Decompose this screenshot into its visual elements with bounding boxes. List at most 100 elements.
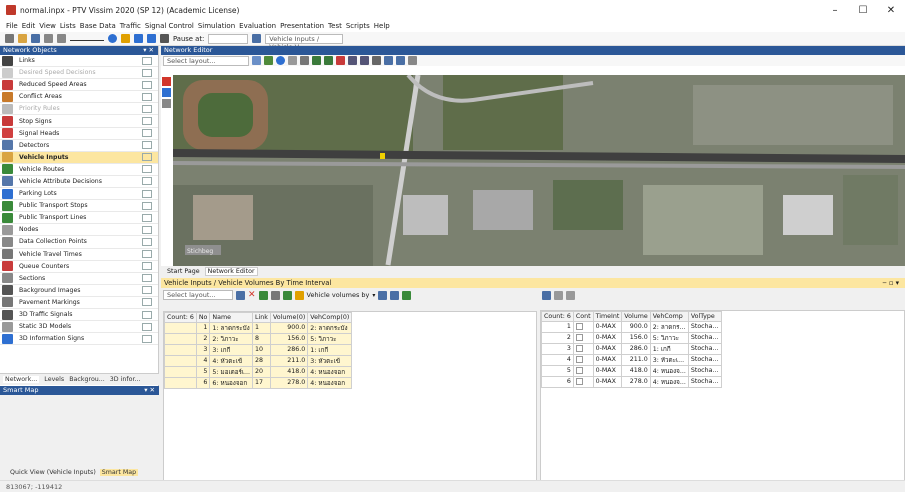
cell-timeint[interactable]: 0-MAX [592, 353, 623, 366]
cell-link[interactable]: 28 [252, 354, 271, 367]
visibility-toggle[interactable] [142, 92, 152, 101]
column-count[interactable]: Count: 6 [541, 311, 574, 322]
visibility-toggle[interactable] [142, 129, 152, 138]
smart-map-canvas[interactable] [0, 395, 159, 466]
cell-cont[interactable] [572, 342, 594, 355]
tab-levels[interactable]: Levels [44, 376, 64, 383]
copy-icon[interactable] [300, 56, 309, 65]
cell-cont[interactable] [572, 320, 594, 333]
cont-checkbox[interactable] [575, 323, 583, 331]
network-object-stop-signs[interactable]: Stop Signs [0, 115, 158, 128]
visibility-toggle[interactable] [142, 213, 152, 222]
visibility-toggle[interactable] [142, 141, 152, 150]
cell-volume[interactable]: 286.0 [621, 342, 651, 355]
column-count[interactable]: Count: 6 [164, 312, 197, 323]
tab-network-objects[interactable]: Network... [3, 376, 40, 383]
cell-vehcomp[interactable]: 5: วิภาวะ [649, 331, 689, 344]
speed-slider[interactable] [70, 37, 104, 41]
visibility-toggle[interactable] [142, 250, 152, 259]
table-row[interactable]: 1 1: ลาดกระบัง 1 900.0 2: ลาดกระบัง [164, 321, 353, 334]
cell-link[interactable]: 20 [252, 365, 271, 378]
column-timeint[interactable]: TimeInt [592, 311, 623, 322]
chart-icon[interactable] [402, 290, 412, 300]
add-icon[interactable] [258, 290, 268, 300]
visibility-toggle[interactable] [142, 104, 152, 113]
visibility-toggle[interactable] [142, 237, 152, 246]
visibility-toggle[interactable] [142, 189, 152, 198]
network-object-parking-lots[interactable]: Parking Lots [0, 188, 158, 201]
panel-controls-icon[interactable]: ▾ ✕ [143, 46, 158, 55]
cell-name[interactable]: 1: ลาดกระบัง [209, 321, 254, 334]
globe-icon[interactable] [276, 56, 285, 65]
cell-voltype[interactable]: Stocha... [687, 375, 722, 388]
menu-edit[interactable]: Edit [22, 22, 36, 30]
list-layout-select[interactable]: Select layout... [163, 290, 233, 300]
cell-voltype[interactable]: Stocha... [687, 342, 722, 355]
visibility-toggle[interactable] [142, 322, 152, 331]
column-link[interactable]: Link [252, 312, 271, 323]
edit-tool-icon[interactable] [252, 56, 261, 65]
menu-base-data[interactable]: Base Data [80, 22, 116, 30]
aerial-map-view[interactable]: Stichbeg [173, 75, 905, 266]
visibility-toggle[interactable] [142, 177, 152, 186]
cell-cont[interactable] [572, 364, 594, 377]
cell-vehcomp[interactable]: 4: หนองจ... [649, 375, 689, 388]
table-row[interactable]: 4 0-MAX 211.0 3: หัวตะเ... Stocha... [541, 353, 722, 366]
visibility-toggle[interactable] [142, 165, 152, 174]
maximize-icon[interactable]: ☐ [849, 5, 877, 16]
cell-timeint[interactable]: 0-MAX [592, 331, 623, 344]
cell-rownum[interactable] [164, 354, 197, 367]
pan-icon[interactable] [348, 56, 357, 65]
redo-icon[interactable] [57, 34, 66, 43]
menu-signal-control[interactable]: Signal Control [145, 22, 194, 30]
tools-icon[interactable] [162, 99, 171, 108]
table-row[interactable]: 5 5: มอเตอร์เ... 20 418.0 4: หนองจอก [164, 365, 353, 378]
visibility-toggle[interactable] [142, 201, 152, 210]
tab-network-editor[interactable]: Network Editor [204, 267, 258, 276]
cell-cont[interactable] [572, 375, 594, 388]
layout-select[interactable]: Select layout... [163, 55, 249, 66]
grid-icon[interactable] [264, 56, 273, 65]
cell-no[interactable]: 6 [195, 376, 211, 389]
table-row[interactable]: 6 0-MAX 278.0 4: หนองจ... Stocha... [541, 375, 722, 388]
network-object-data-collection-points[interactable]: Data Collection Points [0, 236, 158, 249]
zoom-extent-icon[interactable] [336, 56, 345, 65]
visibility-toggle[interactable] [142, 298, 152, 307]
menu-simulation[interactable]: Simulation [198, 22, 235, 30]
network-object-vehicle-inputs[interactable]: Vehicle Inputs [0, 151, 158, 164]
3d-view-icon[interactable] [384, 56, 393, 65]
filter-icon[interactable] [566, 290, 575, 300]
network-object-detectors[interactable]: Detectors [0, 140, 158, 152]
network-object-vehicle-travel-times[interactable]: Vehicle Travel Times [0, 249, 158, 261]
cell-volume[interactable]: 211.0 [269, 354, 309, 367]
column-vehcomp[interactable]: VehComp(0) [307, 312, 353, 323]
visibility-toggle[interactable] [142, 225, 152, 234]
list-window-controls-icon[interactable]: ‒ ▫ ▾ [882, 278, 905, 288]
save-icon[interactable] [31, 34, 40, 43]
network-object-pavement-markings[interactable]: Pavement Markings [0, 297, 158, 309]
visibility-toggle[interactable] [142, 80, 152, 89]
rotate-icon[interactable] [288, 56, 297, 65]
cell-rownum[interactable] [164, 321, 197, 334]
table-row[interactable]: 3 0-MAX 286.0 1: เกกี Stocha... [541, 342, 722, 355]
cell-link[interactable]: 10 [252, 343, 271, 356]
network-object-background-images[interactable]: Background Images [0, 285, 158, 297]
delete-icon[interactable]: ✕ [248, 290, 256, 300]
cell-volume[interactable]: 156.0 [269, 332, 309, 345]
menu-view[interactable]: View [39, 22, 56, 30]
network-object-3d-information-signs[interactable]: 3D Information Signs [0, 333, 158, 346]
sync-icon[interactable] [294, 290, 304, 300]
cell-vehcomp[interactable]: 1: เกกี [307, 343, 353, 356]
network-object-signal-heads[interactable]: Signal Heads [0, 128, 158, 140]
cont-checkbox[interactable] [575, 345, 583, 353]
stop-icon[interactable] [160, 34, 169, 43]
tab-backgrounds[interactable]: Backgrou... [69, 376, 105, 383]
visibility-toggle[interactable] [142, 286, 152, 295]
chevron-down-icon[interactable]: ▾ [372, 292, 375, 299]
visibility-toggle[interactable] [142, 310, 152, 319]
export-icon[interactable] [378, 290, 388, 300]
cell-name[interactable]: 6: หนองจอก [209, 376, 254, 389]
menu-lists[interactable]: Lists [60, 22, 76, 30]
table-row[interactable]: 1 0-MAX 900.0 2: ลาดกร... Stocha... [541, 320, 722, 333]
menu-scripts[interactable]: Scripts [346, 22, 370, 30]
